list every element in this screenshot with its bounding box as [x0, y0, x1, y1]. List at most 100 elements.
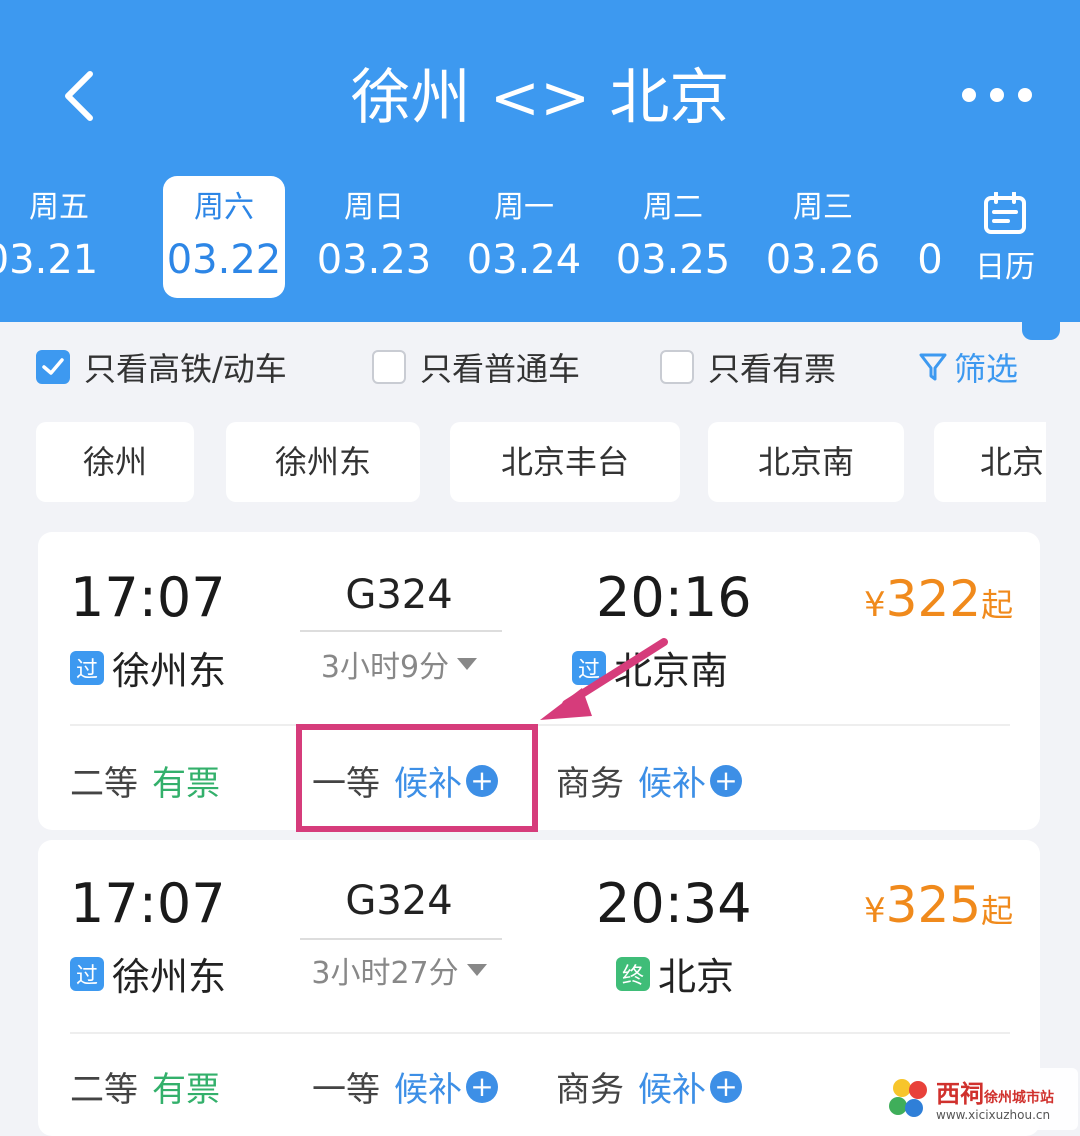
seat-class: 二等	[70, 1070, 138, 1110]
price-symbol: ¥	[864, 891, 886, 931]
price-value: 322	[885, 570, 982, 628]
date-item-0321[interactable]: 周五 03.21	[0, 176, 120, 298]
seat-class: 一等	[312, 1070, 380, 1110]
filter-label: 筛选	[954, 350, 1019, 388]
duration-divider	[300, 630, 502, 632]
watermark-url: www.xicixuzhou.cn	[936, 1108, 1051, 1122]
duration-divider	[300, 938, 502, 940]
plus-circle-icon[interactable]: +	[710, 764, 742, 797]
date-weekday: 周三	[793, 190, 853, 225]
price-symbol: ¥	[864, 585, 886, 625]
from-station: 过 徐州东	[70, 640, 226, 695]
seat-business-class[interactable]: 商务 候补 +	[556, 1062, 742, 1111]
watermark-brand-text: 西祠	[936, 1080, 984, 1108]
seat-class: 二等	[70, 764, 138, 804]
seat-status: 候补	[638, 764, 706, 804]
price: ¥ 322 起	[864, 570, 1013, 628]
train-number: G324	[345, 878, 453, 924]
duration-text: 3小时9分	[320, 650, 450, 685]
station-chip-beijing[interactable]: 北京	[934, 422, 1046, 502]
date-weekday	[912, 188, 948, 228]
more-menu-icon[interactable]	[962, 88, 1032, 108]
date-selector: 周五 03.21 周六 03.22 周日 03.23 周一 03.24 周二 0…	[0, 176, 950, 298]
train-card[interactable]: 17:07 G324 3小时9分 20:16 过 徐州东 过 北京南 ¥ 322…	[38, 532, 1040, 830]
arrive-time: 20:16	[596, 566, 752, 629]
duration-toggle[interactable]: 3小时27分	[294, 948, 504, 992]
date-day: 03.26	[765, 237, 881, 283]
arrive-time: 20:34	[596, 872, 752, 935]
high-speed-only-checkbox[interactable]: 只看高铁/动车	[36, 344, 287, 390]
date-day: 0	[917, 237, 943, 283]
seat-status: 有票	[152, 1070, 220, 1110]
highlight-box	[296, 724, 538, 832]
seat-class: 商务	[556, 764, 624, 804]
date-day: 03.24	[466, 237, 582, 283]
plus-circle-icon[interactable]: +	[466, 1070, 498, 1103]
to-station-name: 北京	[658, 955, 735, 999]
checkbox-unchecked-icon	[660, 350, 694, 384]
regular-only-checkbox[interactable]: 只看普通车	[372, 344, 580, 390]
to-station: 终 北京	[616, 946, 734, 1001]
price-value: 325	[885, 876, 982, 934]
duration-toggle[interactable]: 3小时9分	[294, 642, 504, 686]
seat-status: 候补	[638, 1070, 706, 1110]
date-weekday: 周日	[344, 190, 404, 225]
pass-tag: 过	[70, 956, 104, 991]
date-day: 03.23	[316, 237, 432, 283]
calendar-button[interactable]: 日历	[960, 188, 1050, 288]
seat-status: 有票	[152, 764, 220, 804]
date-item-partial[interactable]: 0	[912, 176, 948, 298]
from-station: 过 徐州东	[70, 946, 226, 1001]
date-item-0324[interactable]: 周一 03.24	[463, 176, 585, 298]
caret-down-icon	[457, 658, 478, 670]
date-weekday: 周五	[29, 190, 89, 225]
date-day: 03.21	[0, 237, 99, 283]
date-day: 03.25	[615, 237, 731, 283]
pinwheel-logo-icon	[889, 1079, 927, 1117]
calendar-icon	[984, 191, 1026, 234]
route-title: 徐州 <> 北京	[350, 63, 730, 133]
card-divider	[70, 1032, 1010, 1034]
station-chip-xuzhou[interactable]: 徐州	[36, 422, 194, 502]
to-station-name: 北京南	[614, 649, 729, 693]
date-day: 03.22	[166, 237, 282, 283]
top-header: 徐州 <> 北京 周五 03.21 周六 03.22 周日 03.23 周一 0…	[0, 0, 1080, 322]
from-station-name: 徐州东	[112, 955, 227, 999]
station-chip-beijingnan[interactable]: 北京南	[708, 422, 904, 502]
seat-second-class: 二等 有票	[70, 756, 220, 805]
price-suffix: 起	[981, 586, 1014, 624]
from-station-name: 徐州东	[112, 649, 227, 693]
seat-status: 候补	[394, 1070, 462, 1110]
date-item-0322-selected[interactable]: 周六 03.22	[163, 176, 285, 298]
plus-circle-icon[interactable]: +	[710, 1070, 742, 1103]
filter-button[interactable]: 筛选	[918, 344, 1018, 390]
date-weekday: 周六	[194, 190, 254, 225]
calendar-label: 日历	[975, 250, 1035, 285]
seat-second-class: 二等 有票	[70, 1062, 220, 1111]
station-chip-beijingfengtai[interactable]: 北京丰台	[450, 422, 680, 502]
date-weekday: 周一	[494, 190, 554, 225]
train-number: G324	[345, 572, 453, 618]
pass-tag: 过	[572, 650, 606, 685]
depart-time: 17:07	[70, 872, 226, 935]
watermark-brand: 西祠徐州城市站	[936, 1074, 1054, 1109]
checkbox-label: 只看高铁/动车	[84, 350, 287, 388]
filter-bar: 只看高铁/动车 只看普通车 只看有票 筛选	[0, 330, 1080, 402]
date-weekday: 周二	[643, 190, 703, 225]
price-suffix: 起	[981, 892, 1014, 930]
station-chips: 徐州 徐州东 北京丰台 北京南 北京	[0, 422, 1046, 504]
depart-time: 17:07	[70, 566, 226, 629]
funnel-icon	[919, 353, 947, 381]
seat-first-class[interactable]: 一等 候补 +	[312, 1062, 498, 1111]
date-item-0323[interactable]: 周日 03.23	[313, 176, 435, 298]
card-divider	[70, 724, 1010, 726]
date-item-0325[interactable]: 周二 03.25	[612, 176, 734, 298]
available-only-checkbox[interactable]: 只看有票	[660, 344, 836, 390]
seat-class: 商务	[556, 1070, 624, 1110]
caret-down-icon	[466, 964, 487, 976]
station-chip-xuzhoudong[interactable]: 徐州东	[226, 422, 420, 502]
seat-business-class[interactable]: 商务 候补 +	[556, 756, 742, 805]
checkbox-checked-icon	[36, 350, 70, 384]
date-item-0326[interactable]: 周三 03.26	[762, 176, 884, 298]
to-station: 过 北京南	[572, 640, 728, 695]
